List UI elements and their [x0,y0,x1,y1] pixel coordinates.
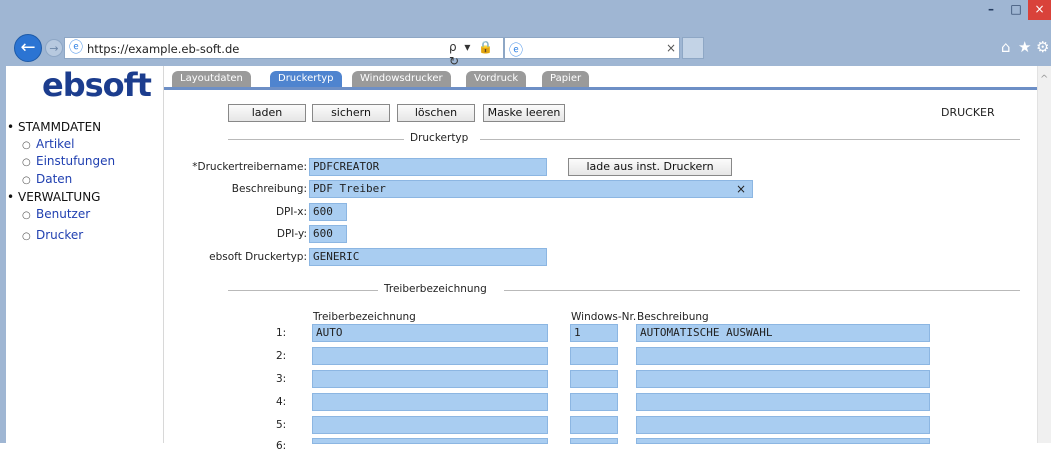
home-icon[interactable]: ⌂ [1001,38,1011,56]
row-number: 1: [276,327,287,339]
load-from-installed-button[interactable]: lade aus inst. Druckern [568,158,732,176]
row-name-field[interactable] [312,416,548,434]
row-name-field[interactable]: AUTO [312,324,548,342]
row-number: 4: [276,396,287,408]
vertical-scrollbar[interactable]: ^ [1037,66,1051,443]
row-winnr-field[interactable] [570,347,618,365]
row-desc-field[interactable] [636,438,930,444]
divider-right [480,139,1020,140]
row-winnr-field[interactable] [570,370,618,388]
tab-layoutdaten[interactable]: Layoutdaten [172,71,251,87]
row-name-field[interactable] [312,370,548,388]
row-number: 6: [276,440,287,452]
browser-navbar: ← → ⓔ https://example.eb-soft.de ρ ▾ 🔒 ↻… [0,30,1051,68]
clear-mask-button[interactable]: Maske leeren [483,104,565,122]
address-bar[interactable]: ⓔ https://example.eb-soft.de ρ ▾ 🔒 ↻ [64,37,504,68]
delete-button[interactable]: löschen [397,104,475,122]
nav-item-benutzer[interactable]: ○ Benutzer [22,207,90,221]
ebsoft-type-label: ebsoft Druckertyp: [209,251,307,263]
dpi-y-field[interactable]: 600 [309,225,347,243]
nav-section-stammdaten: • STAMMDATEN [7,120,102,134]
forward-button[interactable]: → [45,39,63,57]
ie-icon: ⓔ [69,40,83,56]
nav-item-artikel[interactable]: ○ Artikel [22,137,74,151]
back-arrow-icon: ← [20,37,36,58]
tab-ie-icon: ⓔ [509,43,523,59]
sidebar: ebsoft • STAMMDATEN ○ Artikel ○ Einstufunge… [6,66,164,443]
page-content: ebsoft • STAMMDATEN ○ Artikel ○ Einstufunge… [0,66,1051,452]
row-number: 2: [276,350,287,362]
row-desc-field[interactable] [636,416,930,434]
nav-section-verwaltung: • VERWALTUNG [7,190,101,204]
dpi-x-label: DPI-x: [275,206,307,218]
row-desc-field[interactable] [636,393,930,411]
row-winnr-field[interactable] [570,438,618,444]
row-winnr-field[interactable] [570,393,618,411]
driver-name-field[interactable]: PDFCREATOR [309,158,547,176]
dpi-x-field[interactable]: 600 [309,203,347,221]
row-number: 5: [276,419,287,431]
clear-field-icon[interactable]: × [736,181,746,197]
maximize-button[interactable]: □ [1004,0,1028,20]
close-window-button[interactable]: × [1028,0,1051,20]
forward-arrow-icon: → [49,42,59,55]
tab-underline [164,87,1041,90]
nav-item-daten[interactable]: ○ Daten [22,172,72,186]
description-value: PDF Treiber [313,182,386,195]
row-desc-field[interactable] [636,370,930,388]
col-head-treiberbezeichnung: Treiberbezeichnung [313,311,416,323]
context-label: DRUCKER [941,106,995,119]
address-tools-icons[interactable]: ρ ▾ 🔒 ↻ [449,40,503,68]
row-name-field[interactable] [312,347,548,365]
divider-left-2 [228,290,378,291]
description-field[interactable]: PDF Treiber × [309,180,753,198]
back-button[interactable]: ← [14,34,42,62]
driver-name-label: *Druckertreibername: [192,161,307,173]
tab-papier[interactable]: Papier [542,71,590,87]
row-desc-field[interactable] [636,347,930,365]
ebsoft-type-field[interactable]: GENERIC [309,248,547,266]
browser-tab[interactable]: ⓔ × [504,37,680,59]
row-desc-field[interactable]: AUTOMATISCHE AUSWAHL [636,324,930,342]
settings-gear-icon[interactable]: ⚙ [1036,38,1049,56]
nav-item-einstufungen[interactable]: ○ Einstufungen [22,154,115,168]
load-button[interactable]: laden [228,104,306,122]
tab-close-icon[interactable]: × [666,41,676,55]
save-button[interactable]: sichern [312,104,390,122]
nav-item-drucker[interactable]: ○ Drucker [22,228,83,242]
section-title-treiberbezeichnung: Treiberbezeichnung [384,283,487,295]
row-name-field[interactable] [312,393,548,411]
row-winnr-field[interactable]: 1 [570,324,618,342]
section-title-druckertyp: Druckertyp [410,132,469,144]
url-text: https://example.eb-soft.de [87,42,240,56]
window-titlebar: – □ × [0,0,1051,30]
minimize-button[interactable]: – [978,0,1004,20]
dpi-y-label: DPI-y: [276,228,307,240]
tab-druckertyp[interactable]: Druckertyp [270,71,342,87]
divider-right-2 [504,290,1020,291]
favorites-star-icon[interactable]: ★ [1018,38,1031,56]
col-head-beschreibung: Beschreibung [637,311,709,323]
col-head-windows-nr: Windows-Nr. [571,311,637,323]
divider-left [228,139,404,140]
row-winnr-field[interactable] [570,416,618,434]
ebsoft-logo: ebsoft [42,66,152,104]
tab-windowsdrucker[interactable]: Windowsdrucker [352,71,451,87]
row-number: 3: [276,373,287,385]
description-label: Beschreibung: [231,183,307,195]
new-tab-button[interactable] [682,37,704,59]
row-name-field[interactable] [312,438,548,444]
tab-vordruck[interactable]: Vordruck [466,71,527,87]
scroll-up-icon[interactable]: ^ [1040,74,1048,85]
